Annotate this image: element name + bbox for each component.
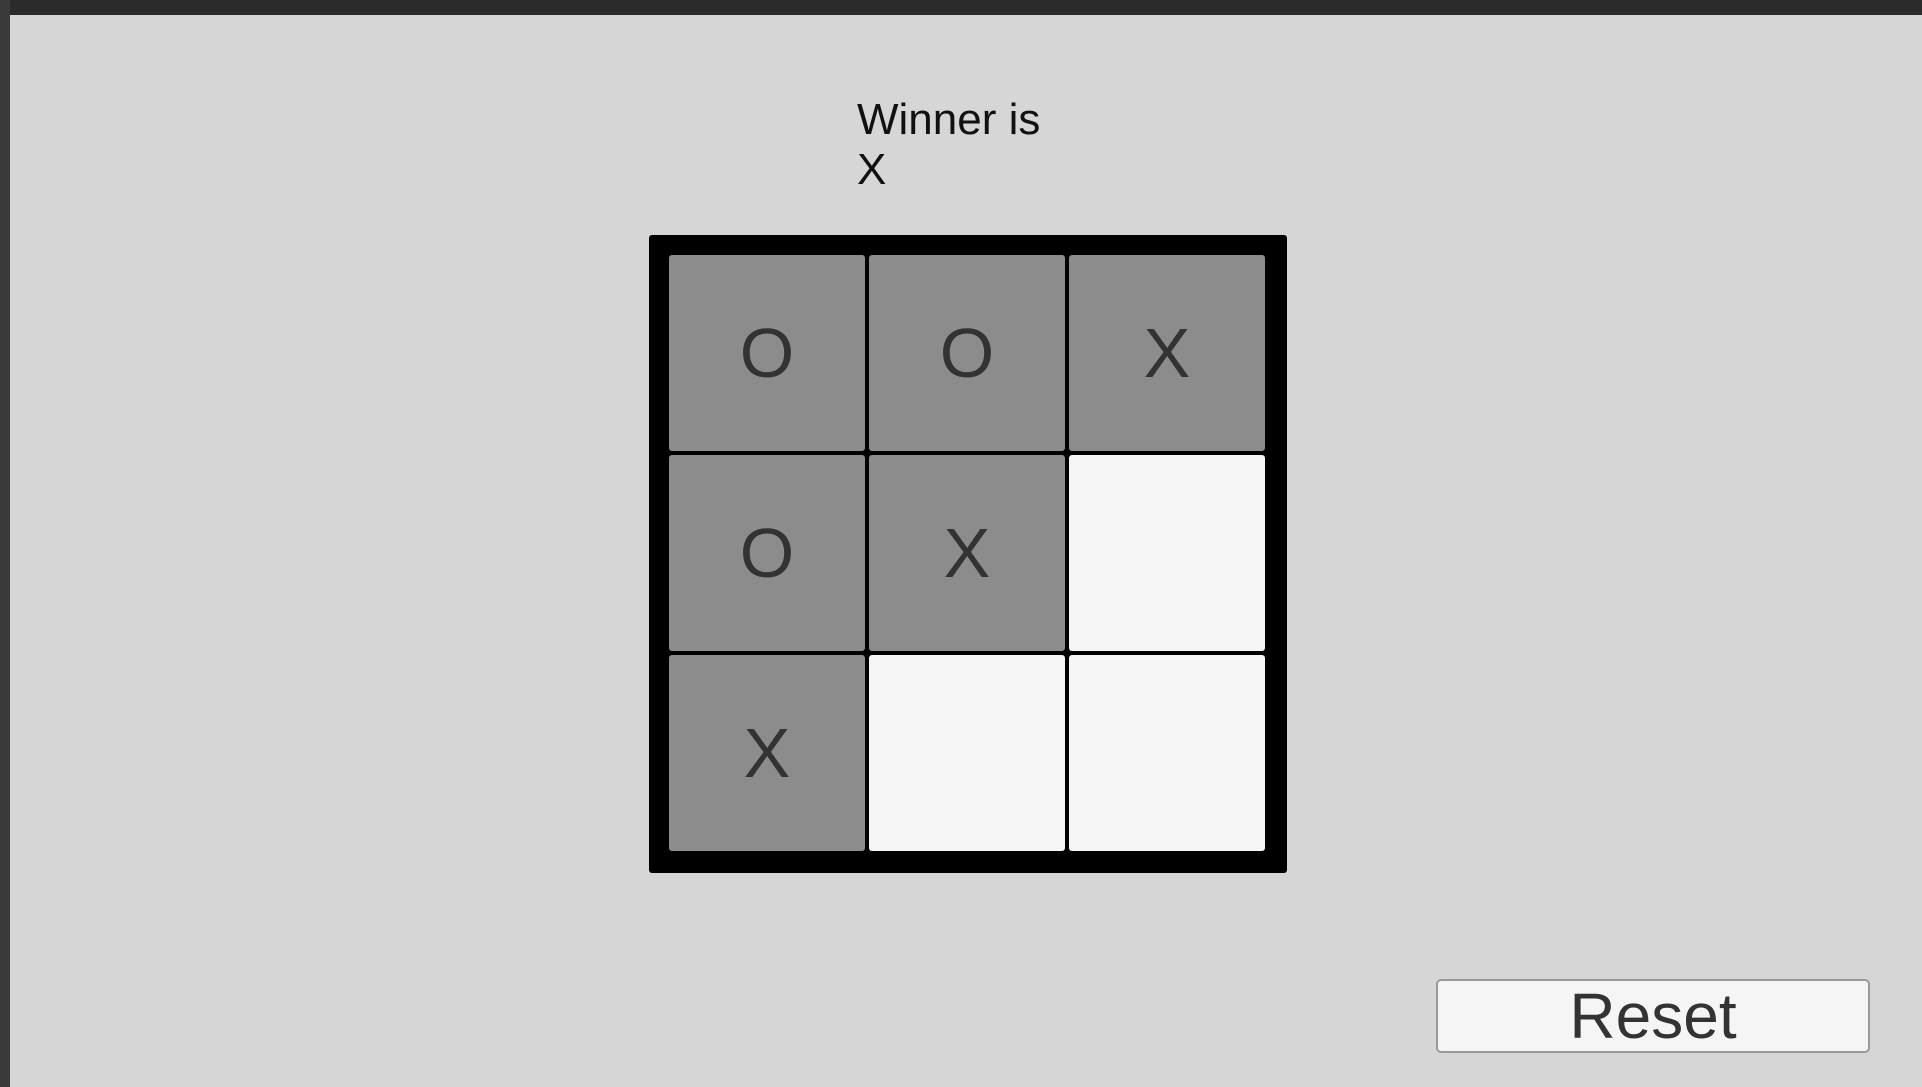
board-cell-1-0[interactable]: O xyxy=(669,455,865,651)
board-cell-0-0[interactable]: O xyxy=(669,255,865,451)
window-top-bar xyxy=(0,0,1922,15)
board-cell-0-2[interactable]: X xyxy=(1069,255,1265,451)
board-cell-2-2[interactable] xyxy=(1069,655,1265,851)
winner-label: Winner is X xyxy=(857,95,1041,194)
board-cell-1-2[interactable] xyxy=(1069,455,1265,651)
board-cell-1-1[interactable]: X xyxy=(869,455,1065,651)
tic-tac-toe-board: O O X O X X xyxy=(649,235,1287,873)
window-left-edge xyxy=(0,0,10,1087)
game-view: Winner is X O O X O X X Reset xyxy=(10,15,1922,1087)
board-cell-0-1[interactable]: O xyxy=(869,255,1065,451)
board-cell-2-0[interactable]: X xyxy=(669,655,865,851)
board-cell-2-1[interactable] xyxy=(869,655,1065,851)
reset-button[interactable]: Reset xyxy=(1436,979,1870,1053)
